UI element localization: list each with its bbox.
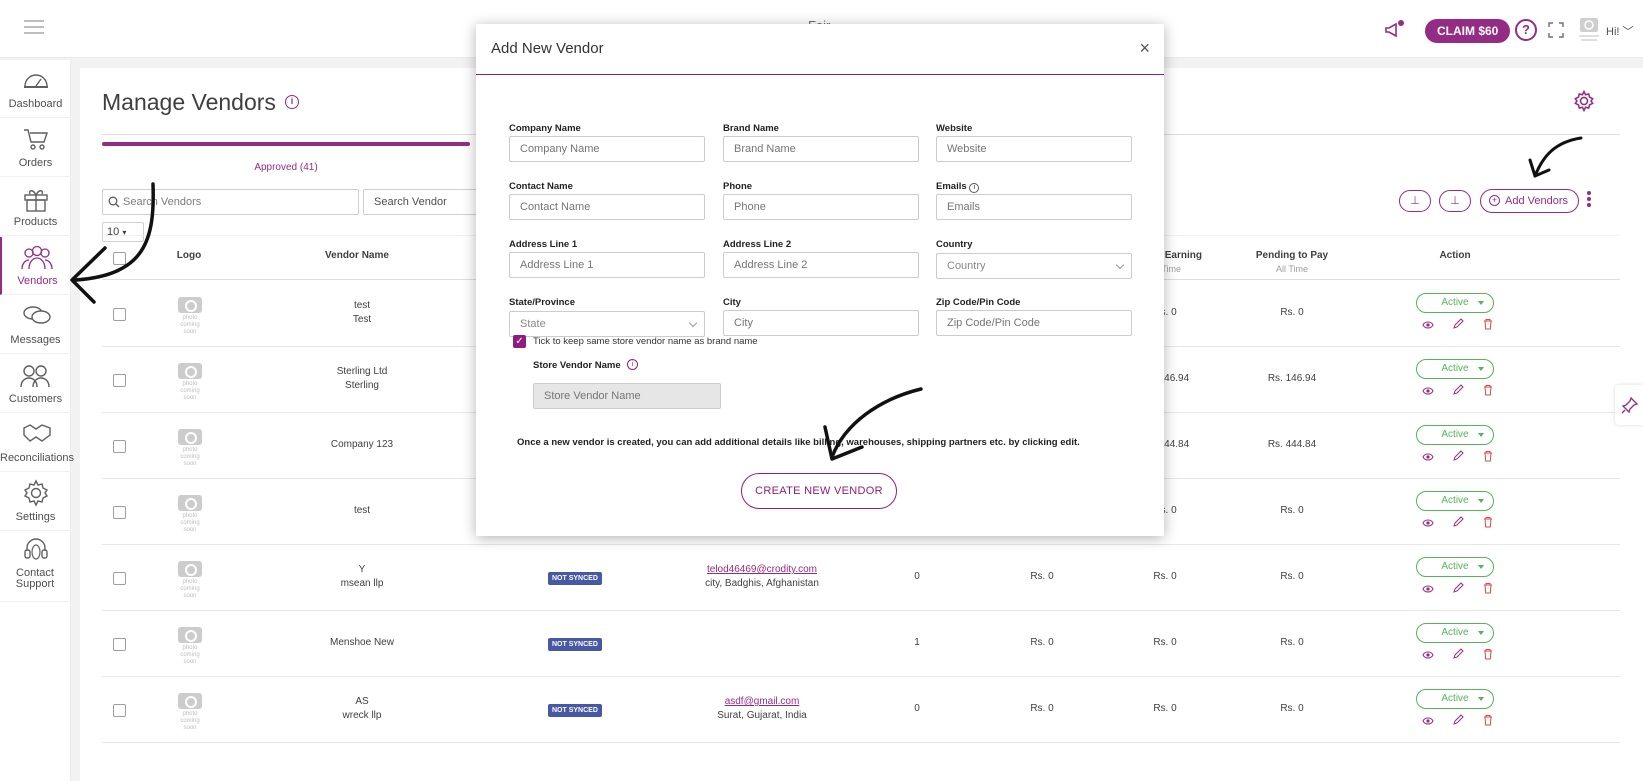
state-select[interactable]: State bbox=[509, 311, 705, 337]
company-name-input[interactable] bbox=[509, 136, 705, 162]
chevron-down-icon bbox=[1115, 260, 1125, 270]
brand-name-label: Brand Name bbox=[723, 123, 779, 134]
website-input[interactable] bbox=[936, 136, 1132, 162]
company-name-label: Company Name bbox=[509, 123, 581, 134]
same-name-checkbox[interactable]: ✓ bbox=[513, 335, 526, 348]
info-icon[interactable]: i bbox=[627, 359, 638, 370]
address-line-2-label: Address Line 2 bbox=[723, 239, 792, 250]
store-vendor-name-input bbox=[533, 383, 721, 409]
address-line-1-input[interactable] bbox=[509, 252, 705, 278]
create-new-vendor-button[interactable]: CREATE NEW VENDOR bbox=[741, 473, 897, 509]
brand-name-input[interactable] bbox=[723, 136, 919, 162]
state-label: State/Province bbox=[509, 297, 575, 308]
address-line-1-label: Address Line 1 bbox=[509, 239, 578, 250]
modal-note: Once a new vendor is created, you can ad… bbox=[517, 437, 1080, 448]
phone-input[interactable] bbox=[723, 194, 919, 220]
phone-label: Phone bbox=[723, 181, 753, 192]
emails-info-icon[interactable]: i bbox=[969, 183, 980, 193]
modal-title: Add New Vendor bbox=[491, 40, 604, 57]
store-vendor-name-label: Store Vendor Name bbox=[533, 360, 621, 371]
city-label: City bbox=[723, 297, 741, 308]
emails-input[interactable] bbox=[936, 194, 1132, 220]
address-line-2-input[interactable] bbox=[723, 252, 919, 278]
emails-label: Emails i bbox=[936, 181, 980, 193]
contact-name-input[interactable] bbox=[509, 194, 705, 220]
same-name-label: Tick to keep same store vendor name as b… bbox=[533, 336, 758, 347]
city-input[interactable] bbox=[723, 310, 919, 336]
add-vendor-modal: Add New Vendor × Company Name Brand Name… bbox=[476, 24, 1164, 536]
modal-header: Add New Vendor × bbox=[476, 24, 1164, 75]
country-select[interactable]: Country bbox=[936, 253, 1132, 279]
close-icon[interactable]: × bbox=[1139, 38, 1150, 59]
website-label: Website bbox=[936, 123, 973, 134]
zip-code-label: Zip Code/Pin Code bbox=[936, 297, 1021, 308]
chevron-down-icon bbox=[688, 318, 698, 328]
contact-name-label: Contact Name bbox=[509, 181, 573, 192]
country-label: Country bbox=[936, 239, 973, 250]
zip-code-input[interactable] bbox=[936, 310, 1132, 336]
